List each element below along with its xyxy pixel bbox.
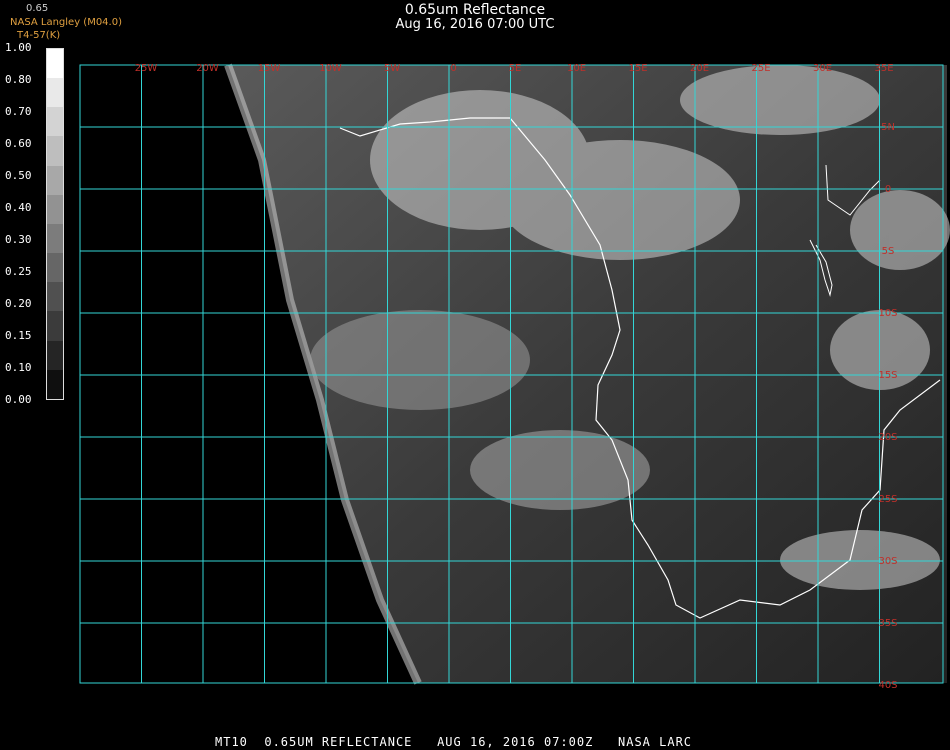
latitude-label: 40S: [878, 680, 897, 691]
longitude-label: 20W: [196, 63, 219, 74]
satellite-map: 25W 20W 15W 10W 5W 0 5E 10E 15E 20E 25E 30E 35E 5N 0 5S…: [79, 63, 950, 691]
longitude-label: 15W: [258, 63, 281, 74]
footer-caption: MT10 0.65UM REFLECTANCE AUG 16, 2016 07:…: [215, 735, 693, 749]
latitude-label: 30S: [878, 556, 897, 567]
latitude-label: 10S: [878, 308, 897, 319]
latitude-label: 5S: [882, 246, 895, 257]
latitude-label: 35S: [878, 618, 897, 629]
longitude-label: 5E: [509, 63, 522, 74]
latitude-label: 20S: [878, 432, 897, 443]
longitude-label: 30E: [813, 63, 832, 74]
longitude-label: 10W: [319, 63, 342, 74]
longitude-label: 20E: [690, 63, 709, 74]
latitude-label: 25S: [878, 494, 897, 505]
latitude-label: 5N: [881, 122, 895, 133]
longitude-label: 10E: [567, 63, 586, 74]
longitude-label: 15E: [628, 63, 647, 74]
longitude-label: 35E: [874, 63, 893, 74]
longitude-label: 5W: [384, 63, 400, 74]
latitude-label: 0: [885, 184, 891, 195]
longitude-label: 25W: [135, 63, 158, 74]
longitude-label: 0: [450, 63, 456, 74]
latitude-label: 15S: [878, 370, 897, 381]
longitude-label: 25E: [751, 63, 770, 74]
